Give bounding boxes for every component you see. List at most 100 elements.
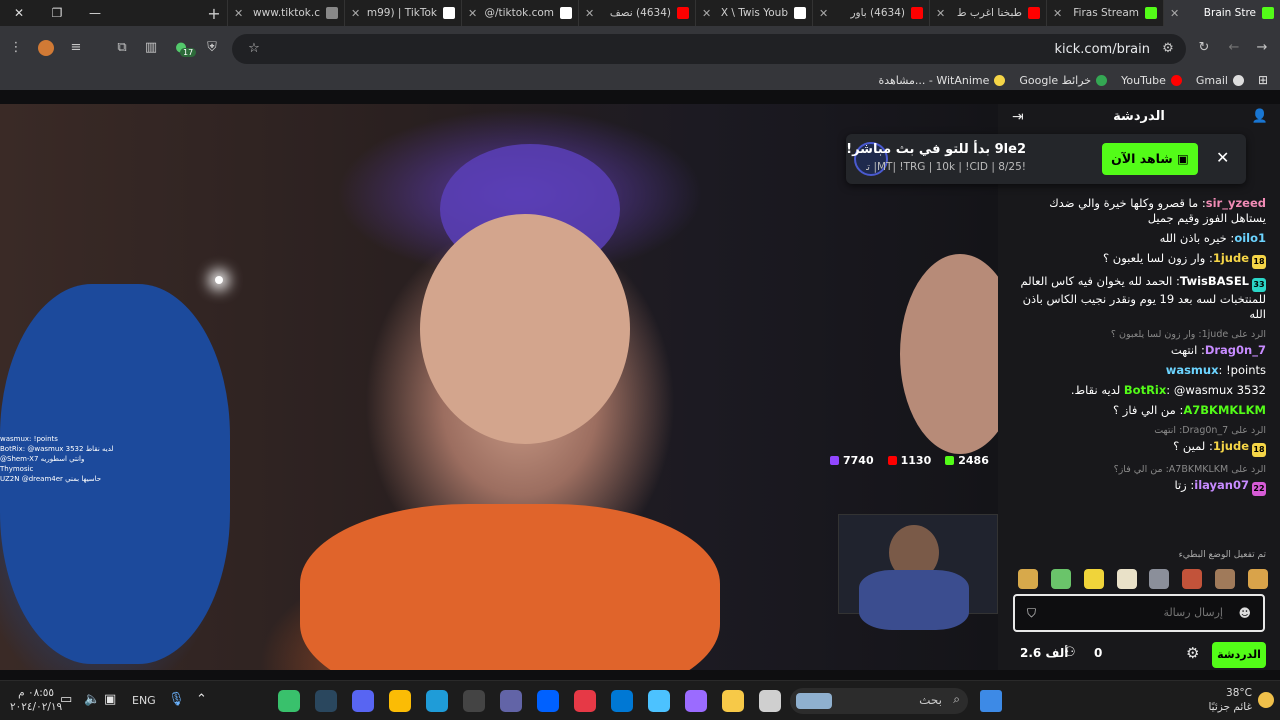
clock[interactable]: ٠٨:٥٥ م ٢٠٢٤/٠٢/١٩ [10, 686, 62, 714]
chat-message[interactable]: BotRix: @wasmux 3532 لديه نقاط. [1012, 383, 1266, 398]
browser-tab[interactable]: (4634) نصف ✕ [578, 0, 695, 26]
battery-icon[interactable]: ▭ [60, 692, 72, 707]
browser-tab[interactable]: www.tiktok.c ✕ [227, 0, 344, 26]
shield-icon[interactable]: ⛉ [1027, 606, 1036, 621]
chat-send-button[interactable]: الدردشة [1212, 642, 1266, 668]
forward-icon[interactable]: → [1254, 40, 1270, 56]
file-explorer-app-icon[interactable] [722, 690, 744, 712]
extensions-puzzle-icon[interactable]: ⧉ [114, 40, 130, 56]
chevron-up-icon[interactable]: ⌃ [196, 692, 207, 707]
tab-close-icon[interactable]: ✕ [1053, 7, 1062, 20]
stream-video[interactable]: wasmux: !points BotRix: @wasmux 3532 لديه… [0, 104, 998, 670]
bookmark-item[interactable]: YouTube [1121, 74, 1182, 87]
back-icon[interactable]: ← [1226, 40, 1242, 56]
browser-tab[interactable]: X \ Twis Youb ✕ [695, 0, 812, 26]
extension-icon[interactable]: ▥ [143, 40, 159, 56]
chat-username[interactable]: oilo1 [1234, 231, 1266, 245]
emote-icon[interactable] [1083, 569, 1104, 589]
site-settings-icon[interactable]: ⚙ [1160, 41, 1176, 57]
chat-username[interactable]: wasmux [1166, 363, 1219, 377]
chat-message[interactable]: 7_Drag0n: انتهت [1012, 343, 1266, 358]
tab-close-icon[interactable]: ✕ [936, 7, 945, 20]
browser-tab[interactable]: tiktok.com/@ ✕ [461, 0, 578, 26]
chat-message[interactable]: sir_yzeed: ما قصرو وكلها خيرة والي ضدك ي… [1012, 196, 1266, 226]
network-icon[interactable]: ▣ [104, 692, 116, 707]
bookmark-star-icon[interactable]: ☆ [246, 41, 262, 57]
chat-message[interactable]: oilo1: خيره باذن الله [1012, 231, 1266, 246]
blank-app-icon[interactable] [759, 690, 781, 712]
shield-icon[interactable]: ⛨ [204, 40, 220, 56]
tab-close-icon[interactable]: ✕ [468, 7, 477, 20]
mail-app-icon[interactable] [611, 690, 633, 712]
speaker-icon[interactable]: 🔈 [84, 692, 100, 707]
users-icon[interactable]: 👤 [1252, 109, 1268, 124]
chrome-app-icon[interactable] [389, 690, 411, 712]
weather-widget[interactable]: 38°C غائم جزئيًا [1208, 686, 1252, 714]
teams-app-icon[interactable] [500, 690, 522, 712]
emote-icon[interactable] [1215, 569, 1236, 589]
emote-icon[interactable] [1182, 569, 1203, 589]
restore-window-icon[interactable]: ❐ [38, 0, 76, 26]
reload-icon[interactable]: ↻ [1196, 40, 1212, 56]
start-windows-icon[interactable] [980, 690, 1002, 712]
chat-message[interactable]: wasmux: !points [1012, 363, 1266, 378]
browser-tab[interactable]: Brain Stre ✕ [1163, 0, 1280, 26]
emoji-icon[interactable]: ☻ [1238, 606, 1251, 620]
epic-games-app-icon[interactable] [463, 690, 485, 712]
browser-tab[interactable]: Firas Stream ✕ [1046, 0, 1163, 26]
store-app-icon[interactable] [648, 690, 670, 712]
settings-gear-icon[interactable]: ⚙ [1186, 644, 1199, 662]
browser-tab[interactable]: (4634) باور ✕ [812, 0, 929, 26]
tab-close-icon[interactable]: ✕ [585, 7, 594, 20]
edge-app-icon[interactable] [426, 690, 448, 712]
tab-close-icon[interactable]: ✕ [819, 7, 828, 20]
close-window-icon[interactable]: ✕ [0, 0, 38, 26]
bookmark-item[interactable]: Gmail [1196, 74, 1244, 87]
browser-tab[interactable]: طبخنا اغرب ط ✕ [929, 0, 1046, 26]
taskbar-search[interactable]: بحث ⌕ [790, 688, 968, 714]
chat-message[interactable]: 22ilayan07: زتا [1012, 478, 1266, 496]
chat-username[interactable]: ilayan07 [1194, 478, 1249, 492]
browser-tab[interactable]: m99) | TikTok ✕ [344, 0, 461, 26]
emote-icon[interactable] [1116, 569, 1137, 589]
address-bar[interactable]: ☆ kick.com/brain ⚙ [232, 34, 1186, 64]
watch-now-button[interactable]: شاهد الآن ▣ [1102, 143, 1198, 175]
tab-close-icon[interactable]: ✕ [351, 7, 360, 20]
chat-username[interactable]: TwisBASEL [1180, 274, 1249, 288]
chat-username[interactable]: A7BKMKLKM [1183, 403, 1266, 417]
bookmark-item[interactable]: مشاهدة... - WitAnime [878, 74, 1006, 87]
apps-grid-icon[interactable]: ⊞ [1258, 73, 1268, 87]
dropbox-app-icon[interactable] [537, 690, 559, 712]
emote-icon[interactable] [1050, 569, 1071, 589]
chat-message[interactable]: 181jude: لمين ؟ [1012, 439, 1266, 457]
chat-message[interactable]: A7BKMKLKM: من الي فاز ؟ [1012, 403, 1266, 418]
menu-dots-icon[interactable]: ⋮ [8, 40, 24, 56]
tab-close-icon[interactable]: ✕ [234, 7, 243, 20]
emote-icon[interactable] [1018, 569, 1038, 589]
chat-username[interactable]: sir_yzeed [1206, 196, 1266, 210]
new-tab-button[interactable]: + [201, 4, 227, 23]
tab-close-icon[interactable]: ✕ [702, 7, 711, 20]
reading-list-icon[interactable]: ≡ [68, 40, 84, 56]
xbox-app-icon[interactable] [278, 690, 300, 712]
chat-username[interactable]: 1jude [1213, 251, 1249, 265]
red-app-icon[interactable] [574, 690, 596, 712]
live-notification[interactable]: 9le2 بدأ للتو في بث مباشر! !MT| !TRG | 1… [846, 134, 1246, 184]
chat-input[interactable] [1053, 606, 1223, 619]
chat-message[interactable]: 33TwisBASEL: الحمد لله يخوان فيه كاس الع… [1012, 274, 1266, 322]
chat-message[interactable]: 181jude: وار زون لسا يلعبون ؟ [1012, 251, 1266, 269]
bookmark-item[interactable]: Google خرائط [1019, 74, 1108, 87]
chat-username[interactable]: 1jude [1213, 439, 1249, 453]
minimize-window-icon[interactable]: — [76, 0, 114, 26]
language-indicator[interactable]: ENG [132, 694, 156, 707]
steam-app-icon[interactable] [315, 690, 337, 712]
discord-app-icon[interactable] [352, 690, 374, 712]
microphone-icon[interactable]: 🎙 [168, 692, 185, 707]
tab-close-icon[interactable]: ✕ [1170, 7, 1179, 20]
chat-username[interactable]: BotRix [1124, 383, 1166, 397]
emote-icon[interactable] [1149, 569, 1170, 589]
chat-input-box[interactable]: ⛉ ☻ [1013, 594, 1265, 632]
emote-icon[interactable] [1247, 569, 1268, 589]
close-icon[interactable]: ✕ [1216, 148, 1229, 167]
chat-username[interactable]: 7_Drag0n [1205, 343, 1266, 357]
